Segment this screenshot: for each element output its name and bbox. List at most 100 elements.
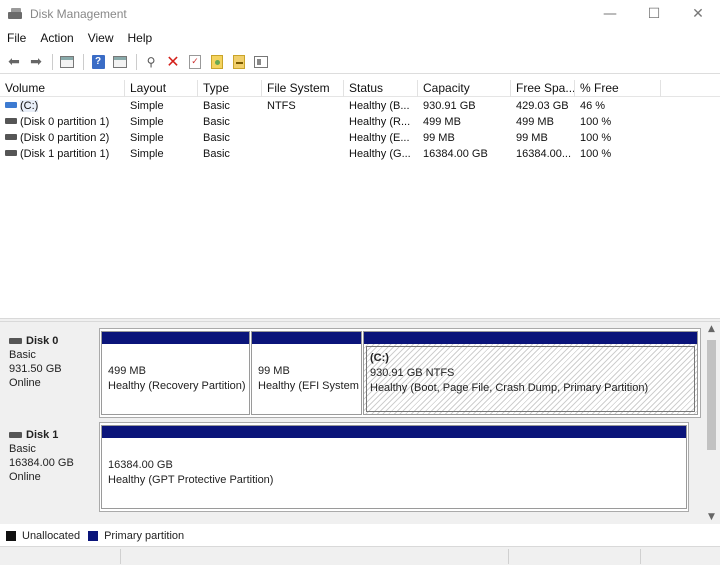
legend-primary-partition: Primary partition (88, 530, 184, 542)
show-console-tree-button[interactable] (57, 52, 77, 72)
column-type[interactable]: Type (198, 80, 262, 97)
window-controls: — ☐ ✕ (588, 0, 720, 28)
menu-action[interactable]: Action (33, 28, 80, 48)
volume-layout: Simple (130, 148, 164, 160)
column-layout[interactable]: Layout (125, 80, 198, 97)
partition-gpt-protective[interactable]: 16384.00 GB Healthy (GPT Protective Part… (101, 425, 687, 509)
volume-type: Basic (203, 116, 230, 128)
help-button[interactable]: ? (88, 52, 108, 72)
minimize-button[interactable]: — (588, 0, 632, 28)
scroll-up-arrow-icon[interactable]: ▲ (703, 322, 720, 336)
volume-status: Healthy (B... (349, 100, 410, 112)
primary-partition-bar (364, 332, 697, 344)
volume-type: Basic (203, 100, 230, 112)
properties-button[interactable] (251, 52, 271, 72)
volume-free-space: 16384.00... (516, 148, 572, 160)
disk-1-partitions: 16384.00 GB Healthy (GPT Protective Part… (99, 422, 689, 512)
volume-name: (C:) (20, 100, 39, 112)
new-document-button[interactable] (207, 52, 227, 72)
disk-name: Disk 0 (26, 335, 59, 347)
help-icon: ? (91, 54, 105, 69)
partition-efi[interactable]: 99 MB Healthy (EFI System Partition) (251, 331, 362, 415)
volume-capacity: 99 MB (423, 132, 455, 144)
legend-swatch (88, 531, 99, 541)
volume-icon (5, 150, 17, 157)
status-bar (0, 546, 720, 565)
disk-icon (9, 338, 22, 344)
import-document-button[interactable] (229, 52, 249, 72)
volume-row-c[interactable]: (C:) Simple Basic NTFS Healthy (B... 930… (0, 98, 720, 114)
volume-file-system: NTFS (267, 100, 296, 112)
console-tree-icon (60, 55, 74, 68)
partition-size: 499 MB (108, 365, 146, 377)
volume-percent-free: 46 % (580, 100, 606, 112)
partition-status: Healthy (Recovery Partition) (108, 380, 246, 392)
delete-icon: ✕ (166, 52, 180, 71)
legend-unallocated: Unallocated (6, 530, 80, 542)
scroll-down-arrow-icon[interactable]: ▼ (703, 510, 720, 524)
status-separator (640, 549, 641, 564)
checklist-icon: ✓ (189, 54, 201, 69)
window-title: Disk Management (30, 7, 127, 21)
menu-file[interactable]: File (0, 28, 33, 48)
partition-status: Healthy (Boot, Page File, Crash Dump, Pr… (370, 382, 649, 394)
toolbar-separator (83, 53, 84, 70)
status-separator (508, 549, 509, 564)
volume-percent-free: 100 % (580, 116, 612, 128)
connect-button[interactable]: ⚲ (141, 52, 161, 72)
partition-c-drive[interactable]: (C:) 930.91 GB NTFS Healthy (Boot, Page … (363, 331, 698, 415)
volume-name: (Disk 1 partition 1) (20, 148, 110, 160)
volume-percent-free: 100 % (580, 132, 612, 144)
disk-type: Basic (9, 443, 36, 455)
column-percent-free[interactable]: % Free (575, 80, 661, 97)
volume-status: Healthy (G... (349, 148, 411, 160)
volume-name: (Disk 0 partition 1) (20, 116, 110, 128)
disk-0-label[interactable]: Disk 0 Basic 931.50 GB Online (4, 328, 98, 418)
maximize-button[interactable]: ☐ (632, 0, 676, 28)
volume-capacity: 499 MB (423, 116, 461, 128)
volume-row-disk0-part2[interactable]: (Disk 0 partition 2) Simple Basic Health… (0, 130, 720, 146)
volume-type: Basic (203, 148, 230, 160)
disk-name: Disk 1 (26, 429, 59, 441)
import-document-icon (233, 54, 245, 69)
checklist-button[interactable]: ✓ (185, 52, 205, 72)
details-pane-button[interactable] (110, 52, 130, 72)
column-status[interactable]: Status (344, 80, 418, 97)
volume-free-space: 99 MB (516, 132, 548, 144)
volume-percent-free: 100 % (580, 148, 612, 160)
volume-free-space: 499 MB (516, 116, 554, 128)
legend-label: Primary partition (104, 530, 185, 542)
column-capacity[interactable]: Capacity (418, 80, 511, 97)
disk-size: 931.50 GB (9, 363, 62, 375)
partition-label: (C:) (370, 352, 389, 364)
volume-capacity: 930.91 GB (423, 100, 476, 112)
title-bar: Disk Management — ☐ ✕ (0, 0, 720, 28)
partition-recovery[interactable]: 499 MB Healthy (Recovery Partition) (101, 331, 250, 415)
partition-status: Healthy (GPT Protective Partition) (108, 474, 274, 486)
volume-name: (Disk 0 partition 2) (20, 132, 110, 144)
volume-row-disk0-part1[interactable]: (Disk 0 partition 1) Simple Basic Health… (0, 114, 720, 130)
disk-0-partitions: 499 MB Healthy (Recovery Partition) 99 M… (99, 328, 701, 418)
menu-help[interactable]: Help (121, 28, 160, 48)
disk-state: Online (9, 471, 41, 483)
column-volume[interactable]: Volume (0, 80, 125, 97)
close-button[interactable]: ✕ (676, 0, 720, 28)
back-button[interactable]: ⬅ (4, 52, 24, 72)
volume-icon (5, 102, 17, 109)
partition-size: 16384.00 GB (108, 459, 173, 471)
graphical-view-scrollbar[interactable]: ▲ ▼ (703, 322, 720, 524)
volume-file-system (262, 114, 344, 130)
column-free-space[interactable]: Free Spa... (511, 80, 575, 97)
volume-layout: Simple (130, 116, 164, 128)
delete-button[interactable]: ✕ (163, 52, 183, 72)
disk-graphical-view: Disk 0 Basic 931.50 GB Online 499 MB Hea… (0, 322, 720, 524)
menu-view[interactable]: View (81, 28, 121, 48)
volume-row-disk1-part1[interactable]: (Disk 1 partition 1) Simple Basic Health… (0, 146, 720, 162)
scrollbar-thumb[interactable] (707, 340, 716, 450)
forward-button[interactable]: ➡ (26, 52, 46, 72)
new-document-icon (211, 54, 223, 69)
legend-swatch (6, 531, 16, 541)
column-file-system[interactable]: File System (262, 80, 344, 97)
disk-1-label[interactable]: Disk 1 Basic 16384.00 GB Online (4, 422, 98, 512)
volume-list[interactable]: Volume Layout Type File System Status Ca… (0, 80, 720, 318)
